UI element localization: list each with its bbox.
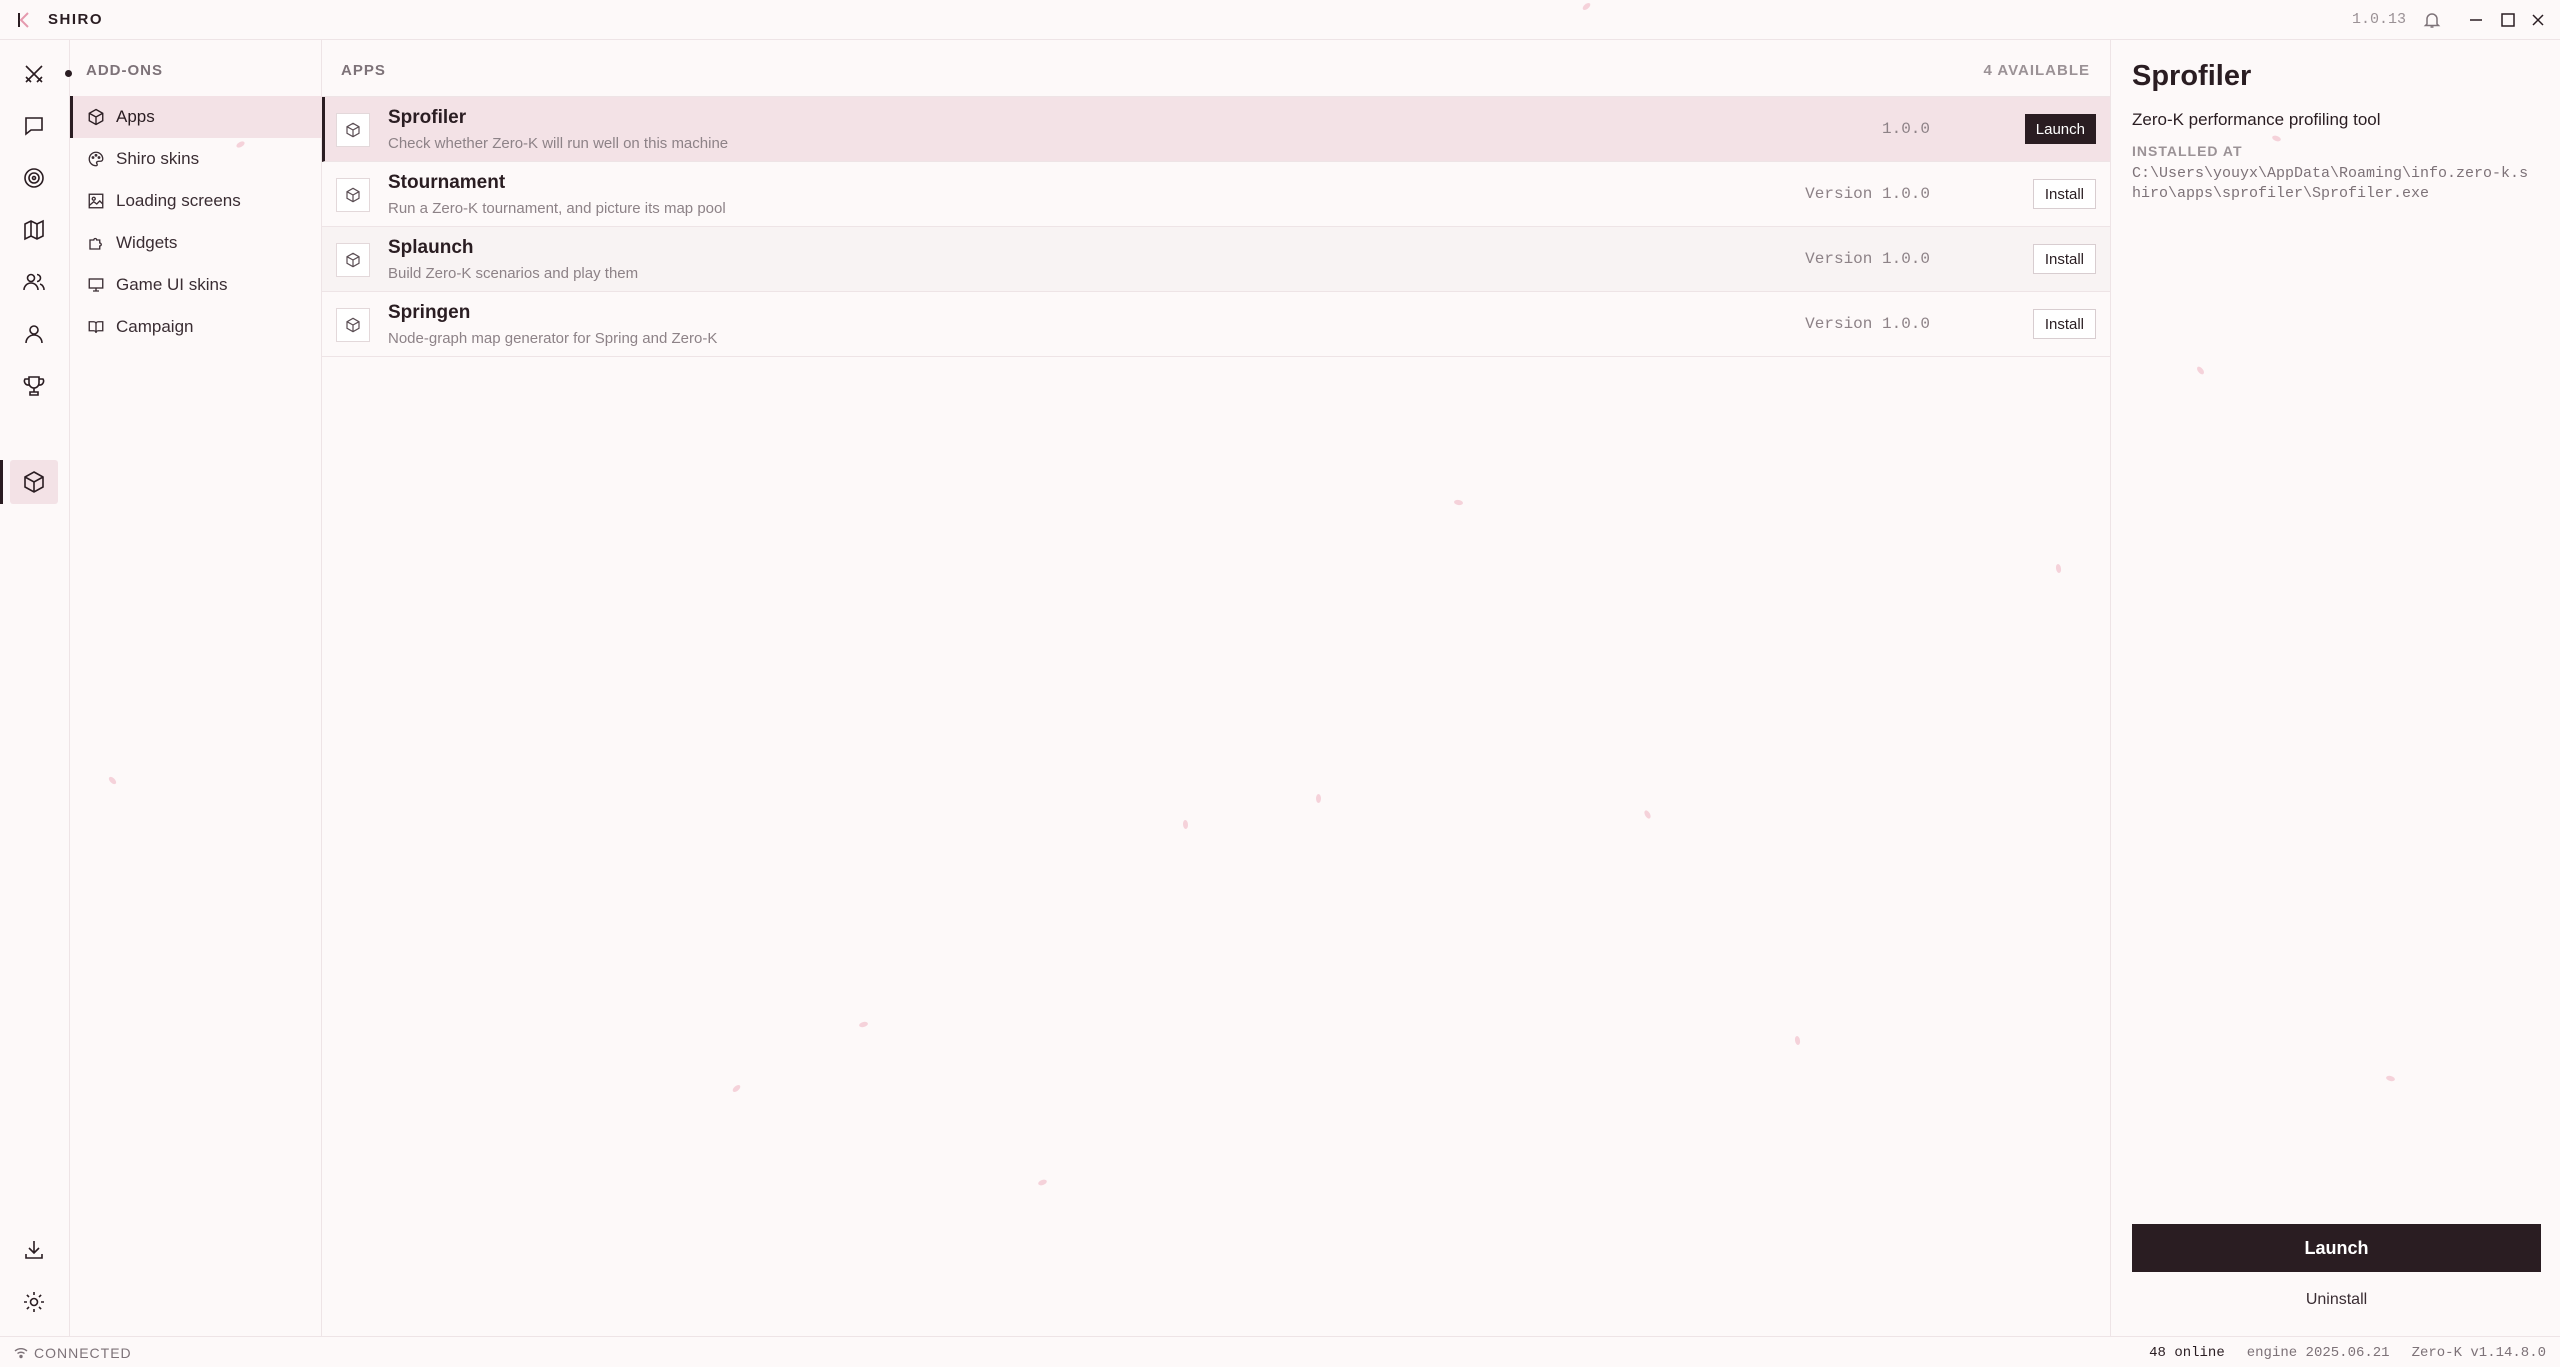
game-version: Zero-K v1.14.8.0 [2411, 1345, 2546, 1361]
app-description: Node-graph map generator for Spring and … [388, 330, 718, 347]
install-button[interactable]: Install [2032, 309, 2096, 339]
user-icon [25, 325, 43, 344]
nav-rail [0, 40, 72, 1336]
app-row-splaunch[interactable]: Splaunch Build Zero-K scenarios and play… [322, 227, 2110, 292]
download-icon [25, 1241, 43, 1259]
sidebar-item-campaign[interactable]: Campaign [70, 306, 322, 348]
sidebar-item-label: Loading screens [116, 191, 241, 210]
leaderboard-nav-button[interactable] [10, 364, 58, 408]
cube-icon [336, 113, 370, 147]
maps-nav-button[interactable] [10, 208, 58, 252]
engine-version: engine 2025.06.21 [2246, 1345, 2390, 1361]
detail-title: Sprofiler [2132, 60, 2252, 92]
app-title: Stournament [388, 172, 506, 193]
minimize-button[interactable] [2464, 8, 2488, 32]
installed-path: C:\Users\youyx\AppData\Roaming\info.zero… [2132, 165, 2529, 202]
palette-icon [86, 149, 106, 169]
sidebar-item-game-ui-skins[interactable]: Game UI skins [70, 264, 322, 306]
app-version: 1.0.0 [1881, 120, 1930, 138]
app-title: Springen [388, 302, 471, 323]
cube-icon [336, 178, 370, 212]
app-version: Version 1.0.0 [1805, 315, 1930, 333]
app-detail-panel: Sprofiler Zero-K performance profiling t… [2110, 40, 2560, 1336]
install-button[interactable]: Install [2032, 179, 2096, 209]
app-version: 1.0.13 [2352, 11, 2407, 28]
image-icon [86, 191, 106, 211]
sidebar-heading: ADD-ONS [86, 62, 163, 79]
sidebar-item-label: Apps [116, 107, 155, 126]
app-title: Splaunch [388, 237, 474, 258]
app-row-stournament[interactable]: Stournament Run a Zero-K tournament, and… [322, 162, 2110, 227]
online-count: 48 online [2149, 1345, 2225, 1361]
play-nav-button[interactable] [10, 52, 72, 96]
detail-subtitle: Zero-K performance profiling tool [2132, 110, 2381, 129]
status-info: 48 online engine 2025.06.21 Zero-K v1.14… [2149, 1345, 2546, 1361]
connection-label: CONNECTED [34, 1345, 132, 1361]
rail-active-indicator [0, 460, 3, 504]
sidebar-item-label: Campaign [116, 317, 194, 336]
profile-nav-button[interactable] [10, 312, 58, 356]
monitor-icon [86, 275, 106, 295]
chat-nav-button[interactable] [10, 104, 58, 148]
book-icon [86, 317, 106, 337]
app-name: SHIRO [48, 11, 104, 28]
status-bar: CONNECTED 48 online engine 2025.06.21 Ze… [0, 1336, 2560, 1367]
addons-nav-button[interactable] [10, 460, 58, 504]
maximize-button[interactable] [2496, 8, 2520, 32]
shiro-logo-icon [18, 12, 29, 28]
users-icon [23, 273, 45, 291]
app-row-springen[interactable]: Springen Node-graph map generator for Sp… [322, 292, 2110, 357]
wifi-icon [14, 1348, 28, 1359]
target-icon [24, 168, 44, 188]
crossed-swords-icon [25, 65, 43, 83]
gear-icon [24, 1292, 44, 1312]
app-row-sprofiler[interactable]: Sprofiler Check whether Zero-K will run … [322, 97, 2110, 162]
sidebar-item-label: Game UI skins [116, 275, 228, 294]
connection-status: CONNECTED [14, 1345, 132, 1361]
cube-icon [336, 308, 370, 342]
petal-decoration [1316, 794, 1321, 803]
app-title: Sprofiler [388, 107, 467, 128]
install-button[interactable]: Install [2032, 244, 2096, 274]
apps-heading: APPS [341, 62, 386, 79]
app-description: Build Zero-K scenarios and play them [388, 265, 639, 282]
apps-list: Sprofiler Check whether Zero-K will run … [322, 96, 2110, 357]
uninstall-button[interactable]: Uninstall [2132, 1288, 2541, 1312]
puzzle-icon [86, 233, 106, 253]
app-version: Version 1.0.0 [1805, 185, 1930, 203]
settings-nav-button[interactable] [10, 1280, 58, 1324]
trophy-icon [23, 376, 45, 396]
launch-button[interactable]: Launch [2132, 1224, 2541, 1272]
app-version: Version 1.0.0 [1805, 250, 1930, 268]
apps-count: 4 AVAILABLE [1983, 62, 2090, 79]
friends-nav-button[interactable] [10, 260, 58, 304]
title-bar: SHIRO 1.0.13 [0, 0, 2560, 40]
bell-icon[interactable] [2420, 8, 2444, 32]
chat-icon [25, 117, 43, 136]
sidebar-item-loading-screens[interactable]: Loading screens [70, 180, 322, 222]
app-description: Run a Zero-K tournament, and picture its… [388, 200, 726, 217]
downloads-nav-button[interactable] [10, 1228, 58, 1272]
cube-icon [24, 471, 44, 493]
sidebar-item-label: Widgets [116, 233, 178, 252]
target-nav-button[interactable] [10, 156, 58, 200]
sidebar-item-label: Shiro skins [116, 149, 200, 168]
apps-panel: APPS 4 AVAILABLE Sprofiler Check whether… [322, 40, 2110, 1336]
installed-at-label: INSTALLED AT [2132, 143, 2243, 159]
map-icon [24, 219, 44, 241]
addons-sidebar: ADD-ONS Apps Shiro skins Loading screens… [70, 40, 322, 1336]
app-description: Check whether Zero-K will run well on th… [388, 135, 729, 152]
close-button[interactable] [2526, 8, 2550, 32]
sidebar-item-apps[interactable]: Apps [70, 96, 322, 138]
sidebar-item-widgets[interactable]: Widgets [70, 222, 322, 264]
launch-button[interactable]: Launch [2024, 114, 2096, 144]
cube-icon [336, 243, 370, 277]
sidebar-item-shiro-skins[interactable]: Shiro skins [70, 138, 322, 180]
cube-icon [86, 107, 106, 127]
